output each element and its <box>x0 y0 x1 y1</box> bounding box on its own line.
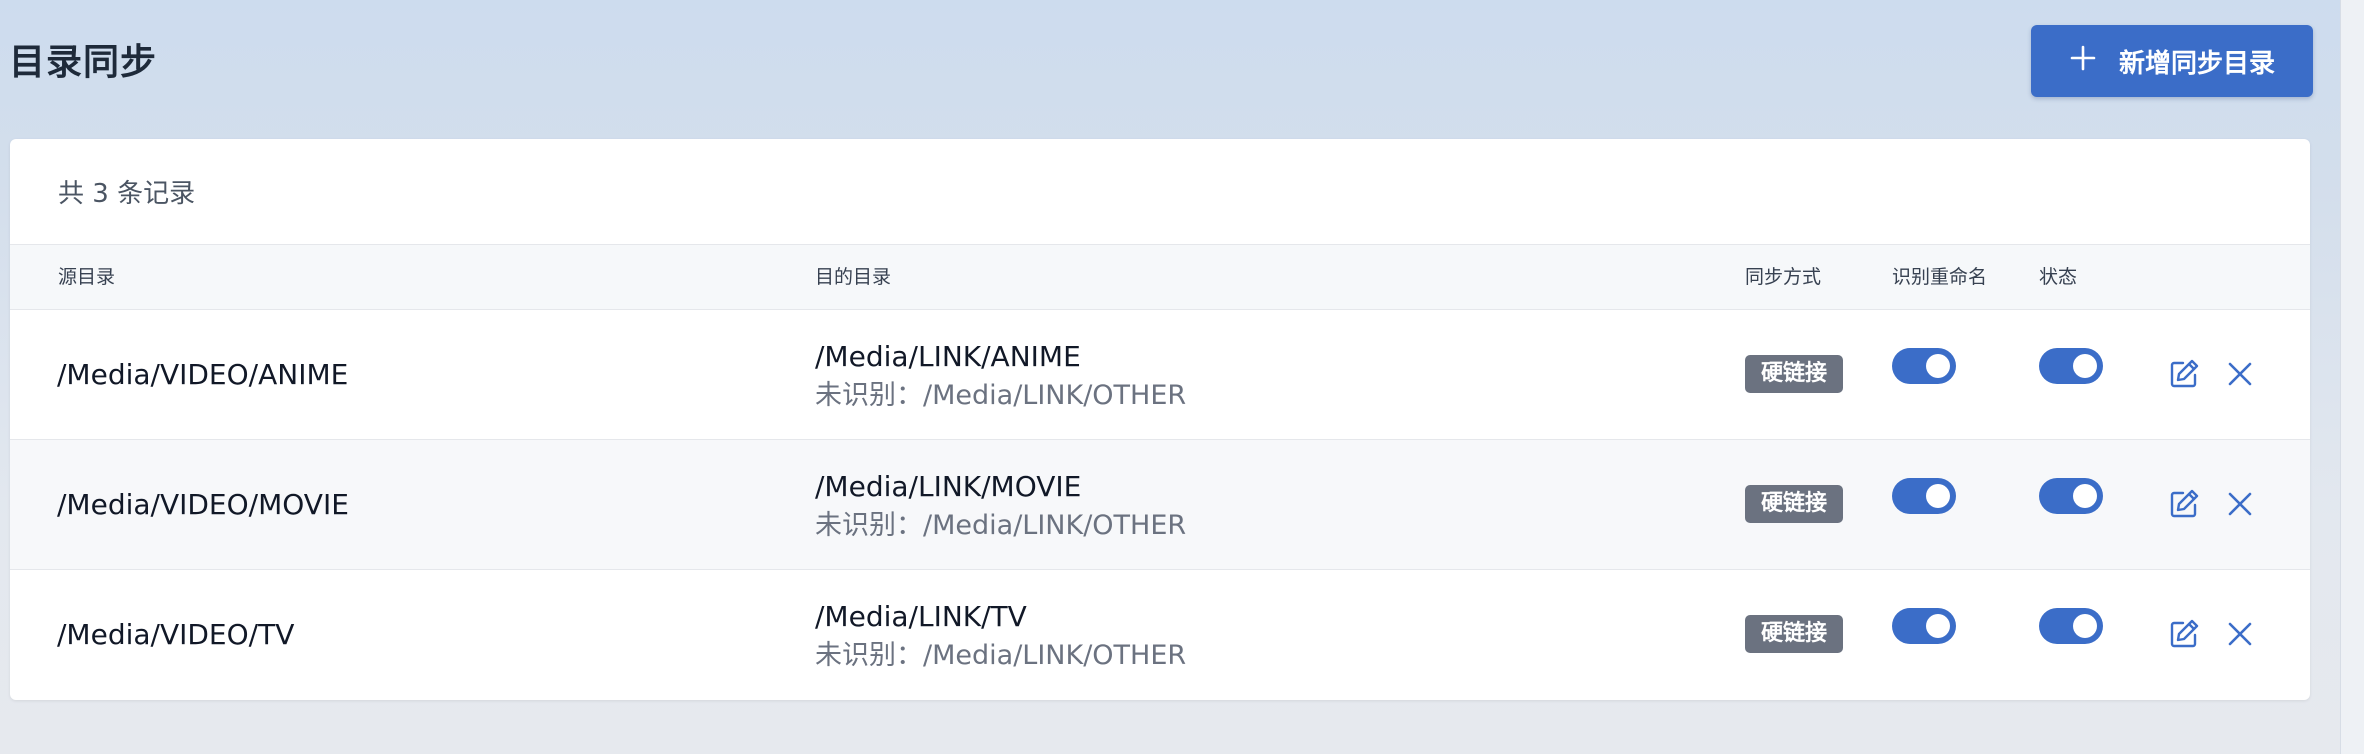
delete-button[interactable] <box>2220 484 2260 524</box>
source-dir: /Media/VIDEO/ANIME <box>57 358 349 391</box>
rename-toggle[interactable] <box>1892 478 1956 514</box>
status-toggle[interactable] <box>2039 608 2103 644</box>
source-dir: /Media/VIDEO/MOVIE <box>57 488 349 521</box>
sync-directory-card: 共 3 条记录 源目录 目的目录 同步方式 识别重命名 状态 /Media/VI… <box>10 139 2310 700</box>
target-dir: /Media/LINK/TV 未识别：/Media/LINK/OTHER <box>815 598 1186 676</box>
delete-button[interactable] <box>2220 354 2260 394</box>
unrecognized-path: 未识别：/Media/LINK/OTHER <box>815 380 1187 411</box>
toggle-knob <box>1926 354 1950 378</box>
table-header: 源目录 目的目录 同步方式 识别重命名 状态 <box>10 245 2310 310</box>
status-toggle[interactable] <box>2039 348 2103 384</box>
edit-icon <box>2170 489 2199 518</box>
sync-mode-badge: 硬链接 <box>1745 355 1843 393</box>
close-icon <box>2228 492 2252 516</box>
unrecognized-path: 未识别：/Media/LINK/OTHER <box>815 510 1187 541</box>
rename-toggle[interactable] <box>1892 608 1956 644</box>
right-edge-scrollbar-area <box>2340 0 2364 754</box>
sync-mode-badge: 硬链接 <box>1745 615 1843 653</box>
target-path: /Media/LINK/MOVIE <box>815 470 1082 503</box>
table-row: /Media/VIDEO/ANIME /Media/LINK/ANIME 未识别… <box>10 310 2310 440</box>
edit-button[interactable] <box>2164 484 2204 524</box>
status-toggle[interactable] <box>2039 478 2103 514</box>
target-path: /Media/LINK/TV <box>815 600 1027 633</box>
sync-mode-badge: 硬链接 <box>1745 485 1843 523</box>
edit-icon <box>2170 619 2199 648</box>
delete-button[interactable] <box>2220 614 2260 654</box>
edit-button[interactable] <box>2164 354 2204 394</box>
table-row: /Media/VIDEO/MOVIE /Media/LINK/MOVIE 未识别… <box>10 440 2310 570</box>
edit-button[interactable] <box>2164 614 2204 654</box>
page-title: 目录同步 <box>9 42 158 83</box>
close-icon <box>2228 622 2252 646</box>
record-count: 共 3 条记录 <box>58 179 196 209</box>
header-target: 目的目录 <box>815 266 892 288</box>
target-dir: /Media/LINK/ANIME 未识别：/Media/LINK/OTHER <box>815 338 1186 416</box>
header-sync-mode: 同步方式 <box>1745 266 1822 288</box>
edit-icon <box>2170 359 2199 388</box>
toggle-knob <box>2073 354 2097 378</box>
rename-toggle[interactable] <box>1892 348 1956 384</box>
add-button-label: 新增同步目录 <box>2118 48 2275 79</box>
card-header: 共 3 条记录 <box>10 139 2310 245</box>
add-sync-directory-button[interactable]: 新增同步目录 <box>2031 25 2313 97</box>
header-source: 源目录 <box>58 266 116 288</box>
header-rename: 识别重命名 <box>1892 266 1988 288</box>
target-path: /Media/LINK/ANIME <box>815 340 1081 373</box>
toggle-knob <box>2073 614 2097 638</box>
unrecognized-path: 未识别：/Media/LINK/OTHER <box>815 640 1187 671</box>
target-dir: /Media/LINK/MOVIE 未识别：/Media/LINK/OTHER <box>815 468 1186 546</box>
toggle-knob <box>1926 614 1950 638</box>
table-row: /Media/VIDEO/TV /Media/LINK/TV 未识别：/Medi… <box>10 570 2310 699</box>
plus-icon <box>2069 44 2097 79</box>
toggle-knob <box>1926 484 1950 508</box>
close-icon <box>2228 362 2252 386</box>
source-dir: /Media/VIDEO/TV <box>57 618 295 651</box>
toggle-knob <box>2073 484 2097 508</box>
header-status: 状态 <box>2039 266 2078 288</box>
